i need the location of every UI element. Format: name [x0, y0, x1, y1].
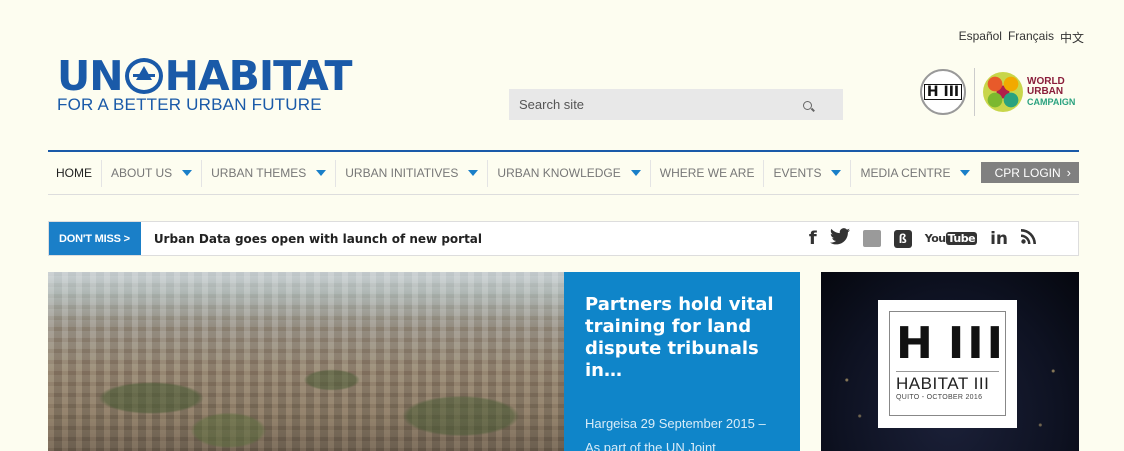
hero-title[interactable]: Partners hold vital training for land di… [585, 294, 780, 382]
habitat3-glyph-iii: III [947, 318, 1006, 369]
nav-item-label: WHERE WE ARE [659, 166, 755, 180]
blog-icon[interactable]: ß [893, 229, 912, 248]
hero-photo-foliage [48, 272, 564, 451]
language-link-zh[interactable]: 中文 [1060, 29, 1084, 46]
un-habitat-logo[interactable]: UN HABITAT FOR A BETTER URBAN FUTURE [57, 52, 367, 115]
linkedin-icon[interactable]: in [990, 229, 1008, 249]
caret-down-icon[interactable] [630, 170, 641, 176]
rss-icon[interactable] [1021, 228, 1037, 249]
logo-wordmark-un: UN [57, 52, 124, 100]
cpr-login-label: CPR LOGIN [994, 165, 1061, 180]
dont-miss-label: DON'T MISS > [49, 222, 141, 255]
nav-item-label: EVENTS [773, 166, 822, 180]
logo-wordmark: UN HABITAT [57, 52, 367, 100]
search-box [509, 89, 843, 120]
nav-item-label: HOME [56, 166, 92, 180]
wuc-line-2: URBAN [1027, 86, 1064, 97]
nav-item-urban-themes[interactable]: URBAN THEMES [202, 159, 337, 187]
logo-tagline: FOR A BETTER URBAN FUTURE [57, 95, 322, 114]
habitat3-name: HABITAT III [896, 371, 999, 394]
nav-item-media-centre[interactable]: MEDIA CENTRE [851, 160, 979, 187]
world-urban-campaign-wordmark[interactable]: WORLD URBAN CAMPAIGN [1027, 77, 1076, 108]
youtube-icon[interactable]: You Tube [924, 232, 978, 245]
main-nav: HOME ABOUT US URBAN THEMES URBAN INITIAT… [48, 150, 1079, 195]
hero-excerpt: Hargeisa 29 September 2015 – As part of … [585, 416, 766, 451]
habitat3-banner[interactable]: H III HABITAT III QUITO - OCTOBER 2016 [821, 272, 1079, 451]
caret-down-icon[interactable] [182, 170, 193, 176]
hero-story-card[interactable]: Partners hold vital training for land di… [564, 272, 800, 451]
partner-logos: H III WORLD URBAN CAMPAIGN [920, 66, 1075, 118]
chevron-right-icon: › [1066, 165, 1071, 180]
caret-down-icon[interactable] [960, 170, 971, 176]
search-icon[interactable] [803, 100, 815, 113]
search-input[interactable] [519, 97, 803, 112]
nav-item-where-we-are[interactable]: WHERE WE ARE [651, 159, 765, 187]
language-link-fr[interactable]: Français [1008, 29, 1054, 46]
rss-glyph [1021, 229, 1036, 244]
youtube-icon-tube: Tube [945, 232, 978, 245]
social-links: f ß You Tube in [809, 222, 1037, 255]
habitat3-logo-card: H III HABITAT III QUITO - OCTOBER 2016 [878, 300, 1017, 428]
nav-item-urban-initiatives[interactable]: URBAN INITIATIVES [336, 159, 489, 187]
dont-miss-headline-link[interactable]: Urban Data goes open with launch of new … [154, 232, 482, 246]
nav-item-label: URBAN INITIATIVES [345, 166, 459, 180]
wuc-line-3: CAMPAIGN [1027, 97, 1076, 107]
nav-item-urban-knowledge[interactable]: URBAN KNOWLEDGE [488, 159, 651, 187]
caret-down-icon[interactable] [316, 170, 327, 176]
dont-miss-bar: DON'T MISS > Urban Data goes open with l… [48, 221, 1079, 256]
language-link-es[interactable]: Español [959, 29, 1002, 46]
flickr-icon[interactable] [862, 230, 881, 247]
nav-item-about-us[interactable]: ABOUT US [102, 159, 203, 187]
world-urban-campaign-mark-icon[interactable] [983, 72, 1023, 112]
habitat3-glyph-h: H [896, 318, 936, 369]
nav-item-home[interactable]: HOME [48, 159, 102, 187]
habitat3-seal-logo[interactable]: H III [920, 69, 966, 115]
logo-wordmark-habitat: HABITAT [164, 52, 353, 100]
habitat3-glyph: H III [896, 318, 1003, 369]
youtube-icon-you: You [924, 232, 946, 245]
caret-down-icon[interactable] [831, 170, 842, 176]
nav-item-events[interactable]: EVENTS [764, 159, 852, 187]
page: Español Français 中文 UN HABITAT FOR A BET… [0, 0, 1124, 451]
hero-photo-hargeisa-cityscape[interactable] [48, 272, 564, 451]
partner-divider [974, 68, 975, 116]
twitter-bird-glyph [829, 227, 850, 244]
nav-item-label: URBAN THEMES [211, 166, 307, 180]
nav-item-label: URBAN KNOWLEDGE [497, 166, 621, 180]
twitter-icon[interactable] [829, 227, 850, 250]
habitat3-logo-frame: H III HABITAT III QUITO - OCTOBER 2016 [889, 311, 1006, 416]
caret-down-icon[interactable] [468, 170, 479, 176]
language-switcher: Español Français 中文 [959, 29, 1084, 46]
nav-item-label: MEDIA CENTRE [860, 166, 951, 180]
nav-item-label: ABOUT US [111, 166, 173, 180]
facebook-icon[interactable]: f [809, 228, 817, 249]
cpr-login-button[interactable]: CPR LOGIN › [980, 162, 1079, 183]
un-habitat-emblem-icon [124, 58, 163, 94]
habitat3-seal-text: H III [923, 84, 963, 100]
habitat3-subtitle: QUITO - OCTOBER 2016 [896, 394, 983, 401]
